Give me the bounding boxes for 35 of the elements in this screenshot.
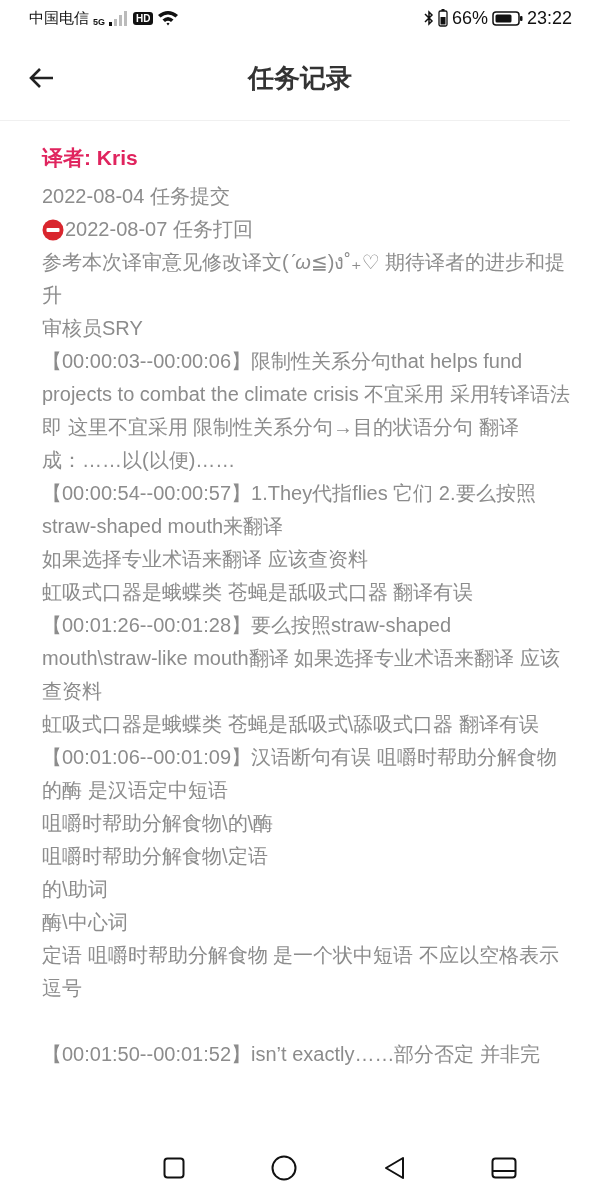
- comment-text: 参考本次译审意见修改译文(ˊω≦)ง˚₊♡ 期待译者的进步和提升: [42, 250, 567, 308]
- signal-icon: [109, 10, 129, 26]
- comment-text: 定语 咀嚼时帮助分解食物 是一个状中短语 不应以空格表示逗号: [42, 943, 560, 1001]
- comment-text: 的\助词: [42, 877, 109, 902]
- comment-text: 【00:00:54--00:00:57】1.They代指flies 它们 2.要么按照straw-shaped mouth来翻译: [42, 481, 537, 539]
- comment-text: 即 这里不宜采用 限制性关系分句→目的状语分句 翻译成：……以(以便)……: [42, 415, 520, 473]
- carrier-name: 中国电信: [29, 8, 89, 28]
- comment-text: 虹吸式口器是蛾蝶类 苍蝇是舐吸式口器 翻译有误: [42, 580, 475, 605]
- page-title: 任务记录: [248, 61, 352, 95]
- no-entry-icon: [42, 218, 64, 241]
- clock-time: 23:22: [526, 7, 572, 29]
- comment-text: 【00:01:50--00:01:52】isn’t exactly……部分否定 并非完: [42, 1042, 541, 1067]
- battery-saver-icon: [437, 9, 448, 27]
- translator-name: 译者: Kris: [42, 145, 139, 171]
- comment-text: 如果选择专业术语来翻译 应该查资料: [42, 547, 369, 572]
- comment-text: 咀嚼时帮助分解食物\的\酶: [42, 811, 275, 836]
- event-text: 2022-08-07 任务打回: [65, 217, 253, 242]
- keyboard-button[interactable]: [491, 1157, 517, 1179]
- back-nav-button[interactable]: [383, 1156, 405, 1180]
- wifi-icon: [157, 10, 180, 26]
- network-type: 5G: [93, 16, 105, 27]
- recent-apps-button[interactable]: [163, 1157, 185, 1179]
- battery-icon: [491, 10, 523, 26]
- comment-text: 审核员SRY: [42, 316, 144, 341]
- comment-text: 虹吸式口器是蛾蝶类 苍蝇是舐吸式\舔吸式口器 翻译有误: [42, 712, 540, 737]
- comment-text: 咀嚼时帮助分解食物\定语: [42, 844, 269, 869]
- comment-text: 【00:00:03--00:00:06】限制性关系分句that helps fund projects to combat the climate crisis 不宜采用 采用转译语法: [42, 349, 570, 407]
- comment-text: 【00:01:06--00:01:09】汉语断句有误 咀嚼时帮助分解食物的酶 是汉语定中短语: [42, 745, 558, 803]
- event-text: 2022-08-04 任务提交: [42, 184, 230, 209]
- comment-text: 【00:01:26--00:01:28】要么按照straw-shaped mouth\straw-like mouth翻译 如果选择专业术语来翻译 应该查资料: [42, 613, 561, 704]
- comment-text: 酶\中心词: [42, 910, 129, 935]
- bluetooth-icon: [423, 10, 434, 26]
- hd-badge: HD: [133, 11, 154, 25]
- battery-percent: 66%: [451, 7, 488, 29]
- home-button[interactable]: [271, 1155, 297, 1181]
